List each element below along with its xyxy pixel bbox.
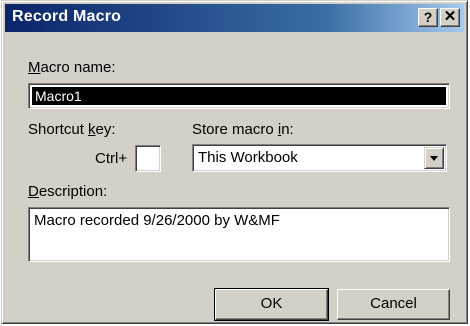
- shortcut-key-input[interactable]: [135, 145, 161, 172]
- close-icon: ✕: [443, 8, 457, 25]
- macro-name-value: Macro1: [31, 86, 447, 106]
- description-accel: D: [28, 183, 39, 200]
- store-macro-value: This Workbook: [198, 149, 298, 166]
- record-macro-dialog: Record Macro ? ✕ Macro name: Macro1 Shor…: [1, 0, 468, 324]
- shortcut-key-label: Shortcut key:: [28, 121, 116, 138]
- ok-button[interactable]: OK: [214, 288, 329, 321]
- macro-name-input[interactable]: Macro1: [28, 83, 450, 109]
- help-button[interactable]: ?: [418, 8, 438, 27]
- macro-name-label: Macro name:: [28, 59, 116, 76]
- macro-name-accel: M: [28, 59, 41, 76]
- store-macro-label: Store macro in:: [192, 121, 294, 138]
- cancel-button[interactable]: Cancel: [337, 289, 450, 320]
- shortcut-label-pre: Shortcut: [28, 121, 89, 138]
- shortcut-label-post: ey:: [95, 121, 116, 138]
- help-icon: ?: [423, 9, 433, 25]
- dropdown-button[interactable]: [424, 147, 444, 169]
- description-input[interactable]: Macro recorded 9/26/2000 by W&MF: [28, 207, 450, 262]
- macro-name-label-rest: acro name:: [40, 59, 116, 76]
- close-button[interactable]: ✕: [440, 8, 460, 27]
- shortcut-label-accel: k: [88, 121, 96, 138]
- chevron-down-icon: [430, 156, 438, 161]
- store-label-pre: Store macro: [192, 121, 278, 138]
- window-title: Record Macro: [12, 8, 122, 25]
- store-label-post: n:: [281, 121, 294, 138]
- ctrl-label: Ctrl+: [95, 150, 128, 167]
- store-macro-select[interactable]: This Workbook: [192, 144, 447, 172]
- description-label-rest: escription:: [38, 183, 108, 200]
- description-label: Description:: [28, 183, 107, 200]
- title-bar[interactable]: Record Macro ? ✕: [5, 4, 464, 32]
